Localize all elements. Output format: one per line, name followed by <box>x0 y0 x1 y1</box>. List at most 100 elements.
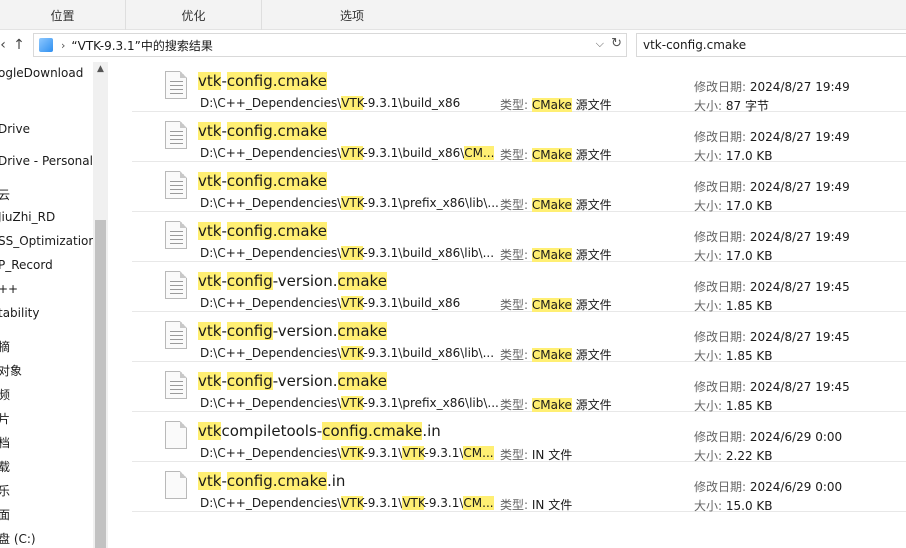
result-row[interactable]: vtk-config-version.cmake D:\C++_Dependenc… <box>132 312 906 363</box>
nav-item[interactable]: Drive <box>0 122 30 136</box>
file-path: D:\C++_Dependencies\VTK-9.3.1\VTK-9.3.1\… <box>200 446 494 460</box>
nav-item[interactable]: 频 <box>0 386 10 403</box>
nav-item[interactable]: 档 <box>0 434 10 451</box>
match-highlight: CMake <box>531 298 572 312</box>
file-name[interactable]: vtk-config.cmake <box>198 72 327 90</box>
date-value: 2024/6/29 0:00 <box>749 430 843 444</box>
file-name[interactable]: vtk-config-version.cmake <box>198 372 387 390</box>
type-label: 类型: <box>500 148 532 162</box>
text-segment: compiletools- <box>221 422 323 440</box>
result-row[interactable]: vtk-config.cmake D:\C++_Dependencies\VTK-… <box>132 162 906 213</box>
result-row[interactable]: vtk-config.cmake D:\C++_Dependencies\VTK-… <box>132 62 906 113</box>
scroll-thumb[interactable] <box>95 220 106 548</box>
file-name[interactable]: vtk-config.cmake <box>198 172 327 190</box>
match-highlight: VTK <box>341 246 364 260</box>
result-row[interactable]: vtk-config-version.cmake D:\C++_Dependenc… <box>132 262 906 313</box>
result-row[interactable]: vtk-config.cmake D:\C++_Dependencies\VTK-… <box>132 112 906 163</box>
refresh-icon[interactable]: ↻ <box>611 36 622 51</box>
tab-options[interactable]: 选项 <box>262 0 442 30</box>
up-arrow-icon[interactable]: ↑ <box>10 35 28 55</box>
date-label: 修改日期: <box>694 430 747 444</box>
modified-date: 修改日期: 2024/8/27 19:45 <box>694 278 850 295</box>
nav-item[interactable]: 对象 <box>0 362 22 379</box>
match-highlight: cmake <box>337 272 387 290</box>
nav-item[interactable]: ++ <box>0 282 18 296</box>
nav-scrollbar[interactable]: ▲ <box>93 62 108 548</box>
tab-optimize[interactable]: 优化 <box>126 0 262 30</box>
size-value: 1.85 KB <box>725 299 773 313</box>
tab-options-label: 选项 <box>339 8 364 23</box>
match-highlight: VTK <box>402 496 425 510</box>
match-highlight: CMake <box>531 398 572 412</box>
nav-item[interactable]: SS_Optimization <box>0 234 96 248</box>
file-name[interactable]: vtk-config.cmake <box>198 222 327 240</box>
date-value: 2024/8/27 19:45 <box>749 280 850 294</box>
nav-item[interactable]: JiuZhi_RD <box>0 210 55 224</box>
text-segment: -9.3.1\ <box>363 446 403 460</box>
date-label: 修改日期: <box>694 380 747 394</box>
text-segment: -9.3.1\build_x86 <box>363 296 461 310</box>
nav-item[interactable]: 云 <box>0 186 10 203</box>
file-path: D:\C++_Dependencies\VTK-9.3.1\build_x86 <box>200 96 460 110</box>
file-name[interactable]: vtk-config-version.cmake <box>198 322 387 340</box>
match-highlight: VTK <box>341 496 364 510</box>
breadcrumb-separator[interactable]: › <box>61 39 65 52</box>
size-label: 大小: <box>694 399 723 413</box>
file-path: D:\C++_Dependencies\VTK-9.3.1\build_x86\… <box>200 346 494 360</box>
result-row[interactable]: vtk-config.cmake.in D:\C++_Dependencies\V… <box>132 462 906 513</box>
tab-location-label: 位置 <box>50 8 75 23</box>
text-file-icon <box>165 171 187 199</box>
date-value: 2024/8/27 19:49 <box>749 180 850 194</box>
match-highlight: vtk <box>198 272 222 290</box>
date-label: 修改日期: <box>694 230 747 244</box>
nav-item[interactable]: P_Record <box>0 258 53 272</box>
text-segment: -9.3.1\build_x86\lib\... <box>363 346 495 360</box>
tab-optimize-label: 优化 <box>181 8 206 23</box>
nav-item[interactable]: 载 <box>0 458 10 475</box>
search-location-icon <box>39 38 53 52</box>
nav-item[interactable]: ogleDownload <box>0 66 83 80</box>
file-name[interactable]: vtk-config-version.cmake <box>198 272 387 290</box>
file-name[interactable]: vtk-config.cmake <box>198 122 327 140</box>
size-value: 15.0 KB <box>725 499 773 513</box>
match-highlight: VTK <box>341 96 364 110</box>
search-input-value: vtk-config.cmake <box>643 38 747 52</box>
modified-date: 修改日期: 2024/8/27 19:49 <box>694 78 850 95</box>
file-type: 类型: CMake 源文件 <box>500 96 612 113</box>
match-highlight: vtk <box>198 172 222 190</box>
nav-item[interactable]: tability <box>0 306 39 320</box>
modified-date: 修改日期: 2024/8/27 19:45 <box>694 328 850 345</box>
date-value: 2024/8/27 19:45 <box>749 380 850 394</box>
nav-item[interactable]: Drive - Personal <box>0 154 93 168</box>
type-label: 类型: <box>500 98 532 112</box>
scroll-up-icon[interactable]: ▲ <box>93 64 108 74</box>
result-row[interactable]: vtk-config-version.cmake D:\C++_Dependenc… <box>132 362 906 413</box>
file-path: D:\C++_Dependencies\VTK-9.3.1\build_x86\… <box>200 246 494 260</box>
file-path: D:\C++_Dependencies\VTK-9.3.1\build_x86 <box>200 296 460 310</box>
nav-item[interactable]: 片 <box>0 410 10 427</box>
result-row[interactable]: vtk-config.cmake D:\C++_Dependencies\VTK-… <box>132 212 906 263</box>
match-highlight: VTK <box>341 296 364 310</box>
tab-location[interactable]: 位置 <box>0 0 126 30</box>
size-label: 大小: <box>694 299 723 313</box>
file-path: D:\C++_Dependencies\VTK-9.3.1\build_x86\… <box>200 146 495 160</box>
breadcrumb[interactable]: “VTK-9.3.1”中的搜索结果 <box>71 37 212 54</box>
date-label: 修改日期: <box>694 480 747 494</box>
type-label: 类型: <box>500 448 532 462</box>
chevron-down-icon[interactable]: ⌵ <box>596 37 604 51</box>
file-name[interactable]: vtkcompiletools-config.cmake.in <box>198 422 441 440</box>
result-row[interactable]: vtkcompiletools-config.cmake.in D:\C++_De… <box>132 412 906 463</box>
nav-item[interactable]: 面 <box>0 506 10 523</box>
match-highlight: CMake <box>531 148 572 162</box>
nav-item[interactable]: 盘 (C:) <box>0 530 36 547</box>
nav-item[interactable]: 摘 <box>0 338 10 355</box>
search-input[interactable]: vtk-config.cmake <box>636 33 906 57</box>
nav-item[interactable]: 乐 <box>0 482 10 499</box>
text-segment: -9.3.1\build_x86 <box>363 96 461 110</box>
file-name[interactable]: vtk-config.cmake.in <box>198 472 345 490</box>
size-label: 大小: <box>694 449 723 463</box>
address-bar[interactable]: › “VTK-9.3.1”中的搜索结果 ⌵ ↻ <box>33 33 627 57</box>
type-label: 类型: <box>500 298 532 312</box>
file-type: 类型: CMake 源文件 <box>500 246 612 263</box>
text-segment: -9.3.1\ <box>424 496 464 510</box>
